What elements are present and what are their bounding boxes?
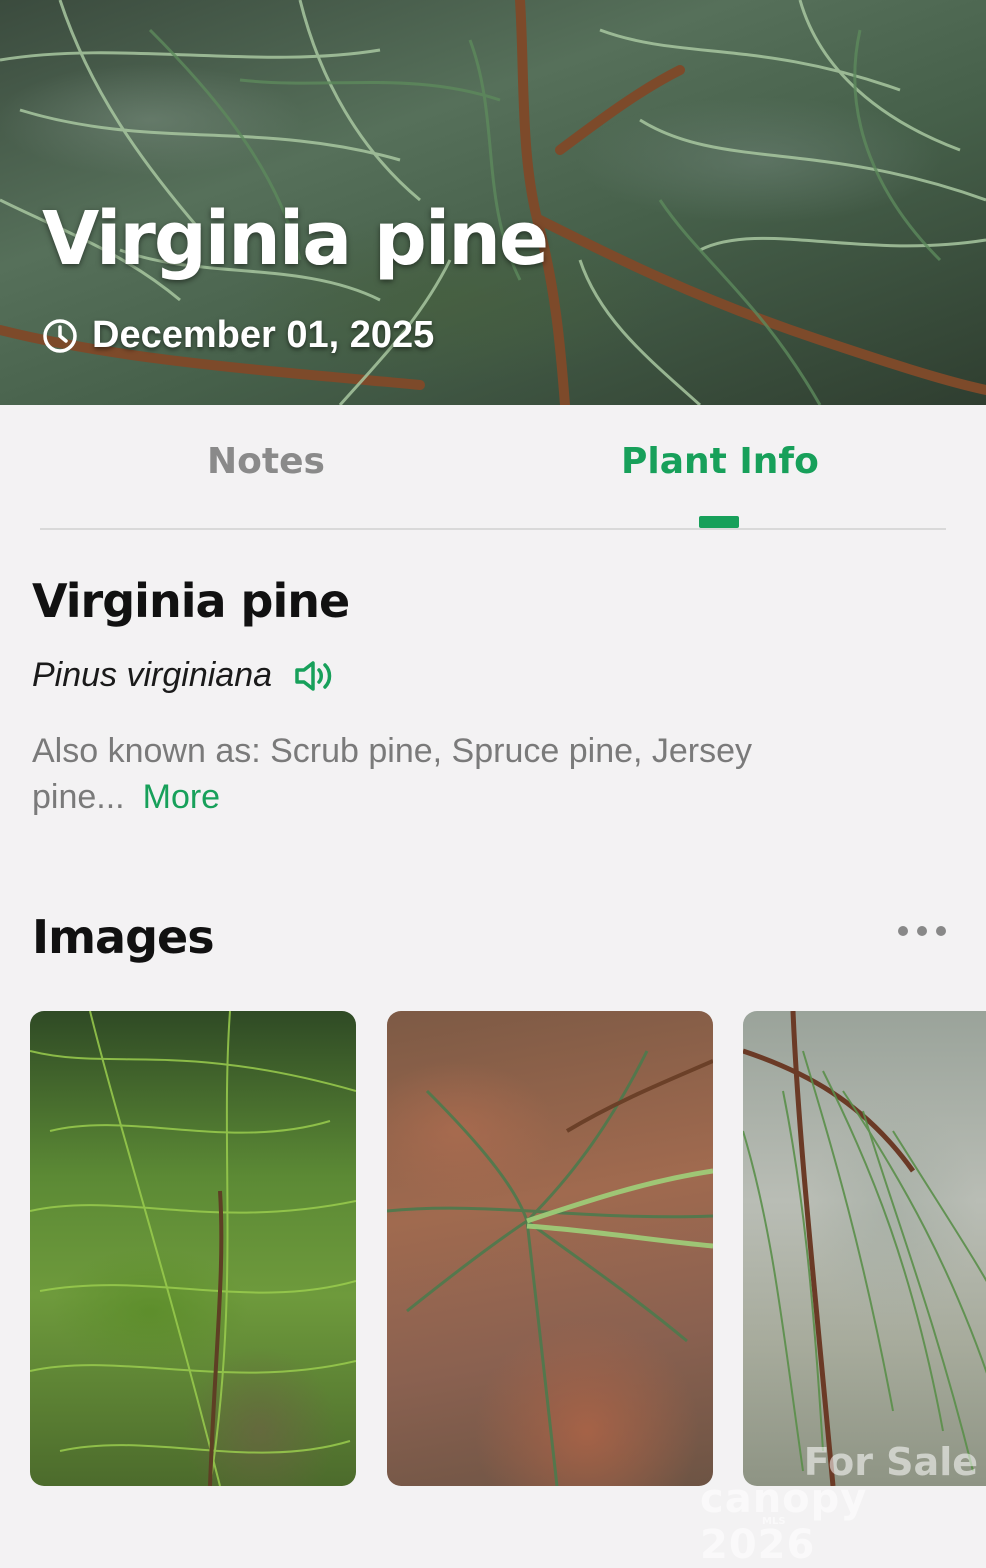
images-section-title: Images [32,910,215,964]
image-thumbnail-2[interactable] [387,1011,713,1486]
watermark-sub: MLS [762,1516,786,1527]
plant-common-name: Virginia pine [32,574,350,628]
also-known-as-text: Also known as: Scrub pine, Spruce pine, … [32,732,753,816]
tab-bar: Notes Plant Info [0,405,986,530]
scientific-name-row: Pinus virginiana [32,656,334,695]
tab-notes[interactable]: Notes [207,441,325,482]
plant-scientific-name: Pinus virginiana [32,656,273,694]
hero-title: Virginia pine [42,196,549,282]
clock-icon [43,318,77,353]
listing-watermark: For Sale canopy 2026 MLS [700,1440,986,1568]
image-thumbnail-3[interactable] [743,1011,986,1486]
tab-plant-info[interactable]: Plant Info [621,441,819,482]
watermark-brand: canopy 2026 [700,1476,868,1568]
active-tab-indicator [699,516,739,528]
hero-image: Virginia pine December 01, 2025 [0,0,986,405]
hero-date: December 01, 2025 [42,314,434,357]
also-known-as: Also known as: Scrub pine, Spruce pine, … [32,728,912,820]
more-dots-icon[interactable] [898,926,946,936]
pine-photo-3 [743,1011,986,1486]
pine-photo-2 [387,1050,713,1486]
more-link[interactable]: More [143,778,220,816]
pine-photo-1 [30,1011,356,1486]
hero-date-text: December 01, 2025 [92,314,435,356]
image-thumbnail-1[interactable] [30,1011,356,1486]
speaker-icon[interactable] [294,659,334,693]
tab-divider [40,528,946,530]
